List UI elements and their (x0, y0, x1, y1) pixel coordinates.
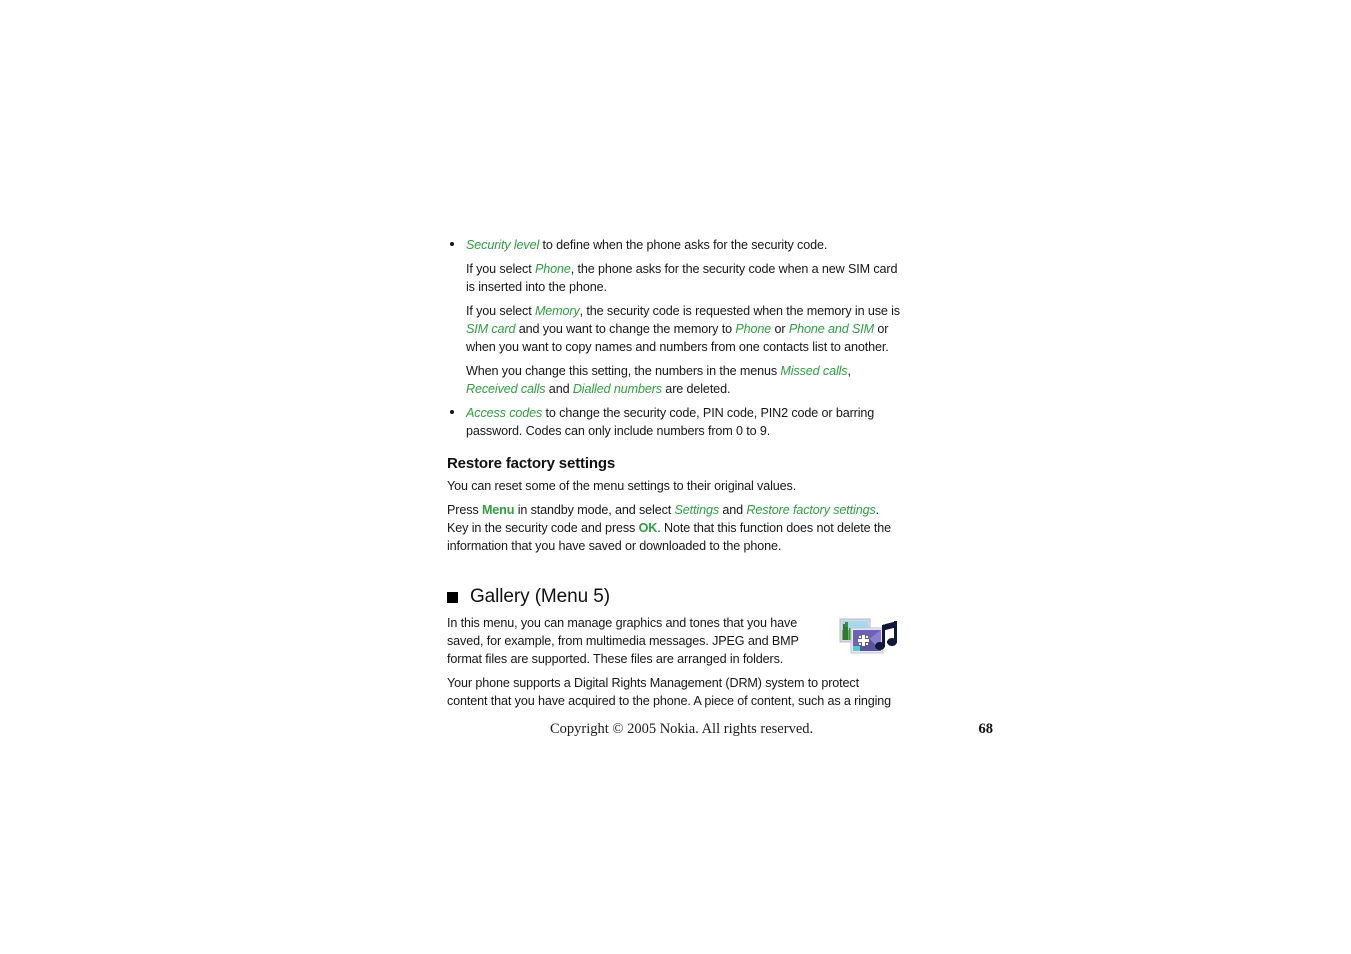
body-text: If you select (466, 262, 535, 276)
emphasized-text: OK (638, 521, 658, 535)
document-page: Security level to define when the phone … (447, 236, 900, 716)
emphasized-text: Phone (735, 322, 772, 336)
emphasized-text: Missed calls (780, 364, 848, 378)
body-text: and (719, 503, 747, 517)
body-text: to define when the phone asks for the se… (539, 238, 828, 252)
emphasized-text: Restore factory settings (746, 503, 876, 517)
chapter-square-icon (447, 591, 458, 603)
paragraph: Your phone supports a Digital Rights Man… (447, 674, 900, 710)
bullet-point-icon (450, 242, 454, 246)
emphasized-text: Received calls (466, 382, 546, 396)
bullet-item-security-level: Security level to define when the phone … (447, 236, 900, 398)
paragraph: Access codes to change the security code… (466, 404, 900, 440)
emphasized-text: Access codes (466, 406, 543, 420)
paragraph: Press Menu in standby mode, and select S… (447, 501, 900, 555)
emphasized-text: Security level (466, 238, 540, 252)
emphasized-text: Menu (481, 503, 515, 517)
section-gallery: Gallery (Menu 5) In this menu, you can m… (447, 585, 900, 716)
body-text: Your phone supports a Digital Rights Man… (447, 676, 892, 708)
emphasized-text: SIM card (466, 322, 516, 336)
paragraph: Security level to define when the phone … (466, 236, 900, 254)
restore-factory-settings-heading: Restore factory settings (447, 455, 616, 472)
gallery-heading: Gallery (Menu 5) (470, 586, 610, 607)
paragraph: If you select Phone, the phone asks for … (466, 260, 900, 296)
body-text: If you select (466, 304, 535, 318)
body-text: , the security code is requested when th… (579, 304, 900, 318)
bullet-list: Security level to define when the phone … (447, 236, 900, 440)
page-footer: Copyright © 2005 Nokia. All rights reser… (447, 721, 993, 741)
body-text: or (771, 322, 789, 336)
paragraph: When you change this setting, the number… (466, 362, 900, 398)
emphasized-text: Settings (674, 503, 720, 517)
body-text: in standby mode, and select (514, 503, 675, 517)
gallery-heading-row: Gallery (Menu 5) (447, 585, 900, 609)
body-text: and you want to change the memory to (515, 322, 736, 336)
gallery-body: In this menu, you can manage graphics an… (447, 614, 900, 716)
restore-factory-settings-body: You can reset some of the menu settings … (447, 477, 900, 555)
body-text: Press (447, 503, 482, 517)
body-text: , (847, 364, 851, 378)
bullet-point-icon (450, 410, 454, 414)
body-text: are deleted. (661, 382, 731, 396)
section-restore-factory-settings: Restore factory settings You can reset s… (447, 454, 900, 555)
emphasized-text: Phone and SIM (788, 322, 875, 336)
emphasized-text: Dialled numbers (572, 382, 662, 396)
paragraph: In this menu, you can manage graphics an… (447, 614, 900, 668)
body-text: and (545, 382, 573, 396)
copyright-notice: Copyright © 2005 Nokia. All rights reser… (550, 721, 814, 737)
body-text: In this menu, you can manage graphics an… (447, 616, 799, 666)
bullet-item-access-codes: Access codes to change the security code… (447, 404, 900, 440)
gallery-paragraphs: In this menu, you can manage graphics an… (447, 614, 900, 710)
body-text: You can reset some of the menu settings … (447, 479, 797, 493)
emphasized-text: Memory (534, 304, 580, 318)
paragraph: You can reset some of the menu settings … (447, 477, 900, 495)
page-number: 68 (978, 721, 994, 737)
paragraph: If you select Memory, the security code … (466, 302, 900, 356)
gallery-icon (838, 616, 900, 658)
emphasized-text: Phone (534, 262, 571, 276)
body-text: When you change this setting, the number… (466, 364, 781, 378)
